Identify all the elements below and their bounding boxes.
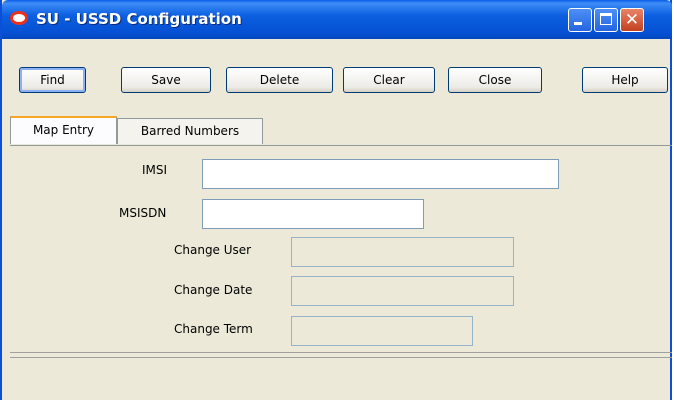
title-bar[interactable]: SU - USSD Configuration ✕ — [2, 0, 672, 39]
find-button[interactable]: Find — [19, 67, 86, 93]
clear-button[interactable]: Clear — [343, 67, 435, 93]
close-button[interactable]: Close — [448, 67, 542, 93]
change-user-field — [291, 237, 514, 267]
tab-map-entry[interactable]: Map Entry — [10, 116, 117, 144]
change-date-field — [291, 276, 514, 306]
change-term-label: Change Term — [174, 322, 253, 336]
minimize-button[interactable] — [568, 8, 592, 32]
tab-strip: Map Entry Barred Numbers — [2, 116, 672, 144]
window-title: SU - USSD Configuration — [36, 10, 242, 28]
toolbar: Find Save Delete Clear Close Help — [2, 39, 672, 111]
maximize-button[interactable] — [594, 8, 618, 32]
help-button[interactable]: Help — [582, 67, 668, 93]
msisdn-input[interactable] — [202, 199, 424, 229]
delete-button[interactable]: Delete — [226, 67, 333, 93]
divider — [10, 357, 672, 358]
maximize-icon — [600, 13, 612, 25]
divider — [10, 352, 672, 353]
close-window-button[interactable]: ✕ — [620, 8, 644, 32]
imsi-input[interactable] — [202, 159, 559, 189]
tab-barred-numbers[interactable]: Barred Numbers — [117, 118, 263, 144]
close-icon: ✕ — [624, 10, 640, 30]
change-term-field — [291, 316, 473, 346]
save-button[interactable]: Save — [121, 67, 211, 93]
imsi-label: IMSI — [142, 163, 168, 177]
change-user-label: Change User — [174, 243, 252, 257]
app-window: SU - USSD Configuration ✕ Find Save Dele… — [0, 0, 672, 400]
change-date-label: Change Date — [174, 283, 253, 297]
minimize-icon — [574, 22, 582, 25]
oracle-logo-icon — [10, 11, 28, 25]
msisdn-label: MSISDN — [119, 206, 167, 220]
